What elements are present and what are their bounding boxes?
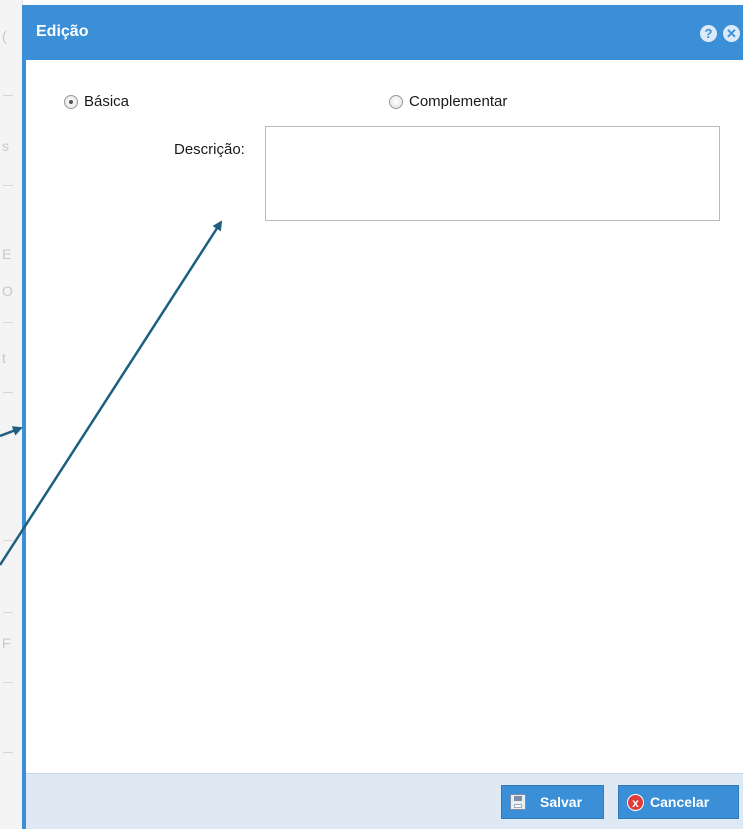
annotation-arrow	[0, 220, 223, 566]
annotation-arrow	[0, 426, 23, 438]
annotation-overlay	[0, 220, 223, 566]
